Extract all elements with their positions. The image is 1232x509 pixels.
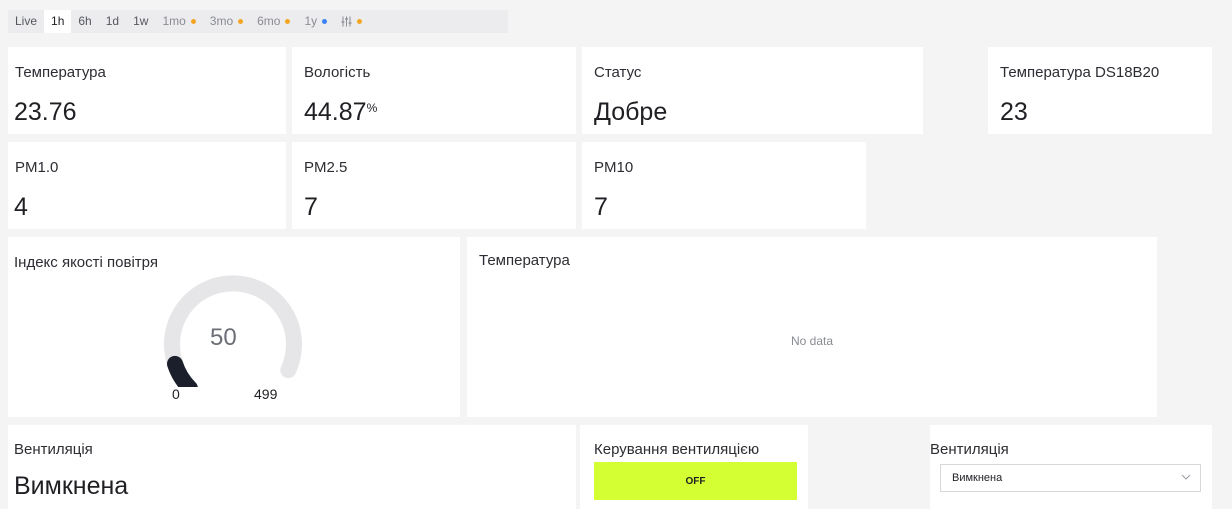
pm25-value: 7 <box>304 193 318 221</box>
range-1h[interactable]: 1h <box>44 10 72 33</box>
card-title: Вентиляція <box>14 441 93 458</box>
no-data-label: No data <box>790 334 834 348</box>
ventilation-select-card: Вентиляція Вимкнена <box>930 425 1212 509</box>
humidity-card: Вологість 44.87% <box>292 47 576 134</box>
ventilation-off-button[interactable]: OFF <box>594 462 797 500</box>
temperature-value: 23.76 <box>14 98 77 126</box>
temperature-ds18b20-value: 23 <box>1000 98 1028 126</box>
ventilation-control-card: Керування вентиляцією OFF <box>580 425 808 509</box>
card-title: PM2.5 <box>304 159 348 176</box>
pm1-value: 4 <box>14 193 28 221</box>
range-live[interactable]: Live <box>8 10 44 33</box>
card-title: Керування вентиляцією <box>594 441 760 458</box>
premium-dot <box>190 19 196 24</box>
card-title: Температура DS18B20 <box>1000 64 1160 81</box>
aqi-gauge-card: Індекс якості повітря 50 0 499 <box>8 237 460 417</box>
range-label: 3mo <box>209 14 234 28</box>
humidity-value-wrap: 44.87% <box>304 98 377 127</box>
card-title: Статус <box>594 64 642 81</box>
aqi-value: 50 <box>210 324 237 351</box>
card-title: PM10 <box>594 159 634 176</box>
ventilation-select[interactable]: Вимкнена <box>940 464 1201 492</box>
select-value: Вимкнена <box>952 472 1003 484</box>
premium-dot <box>285 19 291 24</box>
aqi-min-label: 0 <box>172 386 180 402</box>
range-label: 1mo <box>162 14 186 28</box>
premium-dot <box>322 19 328 24</box>
card-title: Вологість <box>304 64 371 81</box>
humidity-unit: % <box>366 101 378 115</box>
range-label: 1h <box>51 14 65 28</box>
pm10-value: 7 <box>594 193 608 221</box>
range-label: 6h <box>78 14 92 28</box>
ventilation-card: Вентиляція Вимкнена <box>8 425 576 509</box>
range-3mo[interactable]: 3mo <box>203 10 250 33</box>
pm25-card: PM2.5 7 <box>292 142 576 229</box>
range-label: 6mo <box>257 14 281 28</box>
aqi-max-label: 499 <box>254 386 278 402</box>
range-1mo[interactable]: 1mo <box>155 10 202 33</box>
ventilation-value: Вимкнена <box>14 472 129 500</box>
time-range-bar: Live 1h 6h 1d 1w 1mo 3mo 6mo 1y <box>8 10 508 33</box>
premium-dot <box>357 19 363 24</box>
humidity-value: 44.87 <box>304 98 367 126</box>
range-6mo[interactable]: 6mo <box>250 10 297 33</box>
card-title: Індекс якості повітря <box>14 254 158 271</box>
range-label: 1y <box>304 14 318 28</box>
card-title: Температура <box>15 64 106 81</box>
range-1d[interactable]: 1d <box>99 10 126 33</box>
chevron-down-icon <box>1181 474 1191 480</box>
gauge-fill <box>166 355 198 387</box>
card-title: PM1.0 <box>15 159 59 176</box>
range-6h[interactable]: 6h <box>71 10 98 33</box>
premium-dot <box>238 19 244 24</box>
temperature-card: Температура 23.76 <box>8 47 286 134</box>
range-label: 1w <box>133 14 149 28</box>
range-1y[interactable]: 1y <box>297 10 334 33</box>
sliders-icon <box>341 16 352 27</box>
card-title: Температура <box>479 252 570 269</box>
range-1w[interactable]: 1w <box>126 10 155 33</box>
pm10-card: PM10 7 <box>582 142 866 229</box>
range-label: 1d <box>105 14 120 28</box>
status-card: Статус Добре <box>582 47 923 134</box>
temperature-ds18b20-card: Температура DS18B20 23 <box>988 47 1212 134</box>
status-value: Добре <box>594 98 668 126</box>
range-label: Live <box>15 14 38 28</box>
card-title: Вентиляція <box>930 441 1009 458</box>
temperature-chart-card: Температура No data <box>467 237 1157 417</box>
pm1-card: PM1.0 4 <box>8 142 286 229</box>
range-custom[interactable] <box>334 10 369 33</box>
